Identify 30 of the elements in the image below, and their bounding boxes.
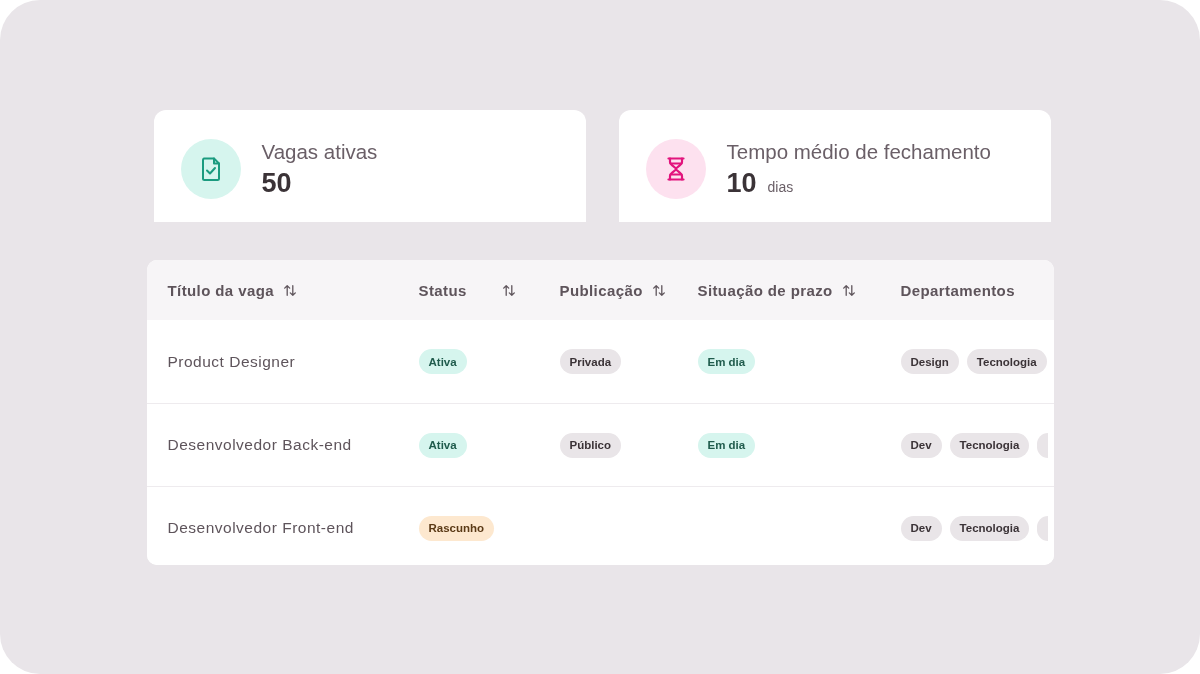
- department-chip: Dev: [900, 432, 942, 458]
- column-header: Publicação: [559, 281, 643, 299]
- visibility-chip: Público: [559, 432, 622, 458]
- deadline-chip: Em dia: [697, 432, 756, 458]
- department-chip: Tecnologia: [949, 515, 1030, 541]
- sort-icon[interactable]: [652, 284, 665, 296]
- job-title-cell: Desenvolvedor Back-end: [167, 436, 352, 454]
- stat-title: Tempo médio de fechamento: [726, 139, 991, 165]
- column-header: Título da vaga: [167, 281, 274, 299]
- visibility-chip: Privada: [559, 349, 622, 374]
- column-header: Situação de prazo: [697, 281, 833, 299]
- stat-unit: dias: [767, 179, 794, 195]
- column-header: Departamentos: [900, 281, 1015, 299]
- department-chip: Design: [900, 349, 959, 374]
- job-title-cell: Product Designer: [167, 352, 296, 371]
- column-header: Status: [418, 281, 467, 299]
- status-chip: Rascunho: [418, 515, 495, 541]
- deadline-chip: Em dia: [697, 349, 756, 374]
- department-chip: Dev: [900, 515, 942, 541]
- sort-icon[interactable]: [283, 284, 296, 296]
- job-title-cell: Desenvolvedor Front-end: [167, 519, 354, 537]
- stat-value: 10: [726, 167, 757, 199]
- stat-value: 50: [261, 167, 292, 199]
- status-chip: Ativa: [418, 432, 467, 458]
- status-chip: Ativa: [418, 349, 467, 374]
- sort-icon[interactable]: [842, 284, 855, 296]
- stat-title: Vagas ativas: [261, 139, 378, 165]
- sort-icon[interactable]: [502, 284, 515, 296]
- department-chip: Tecnologia: [966, 349, 1047, 374]
- department-chip: Tecnologia: [949, 432, 1030, 458]
